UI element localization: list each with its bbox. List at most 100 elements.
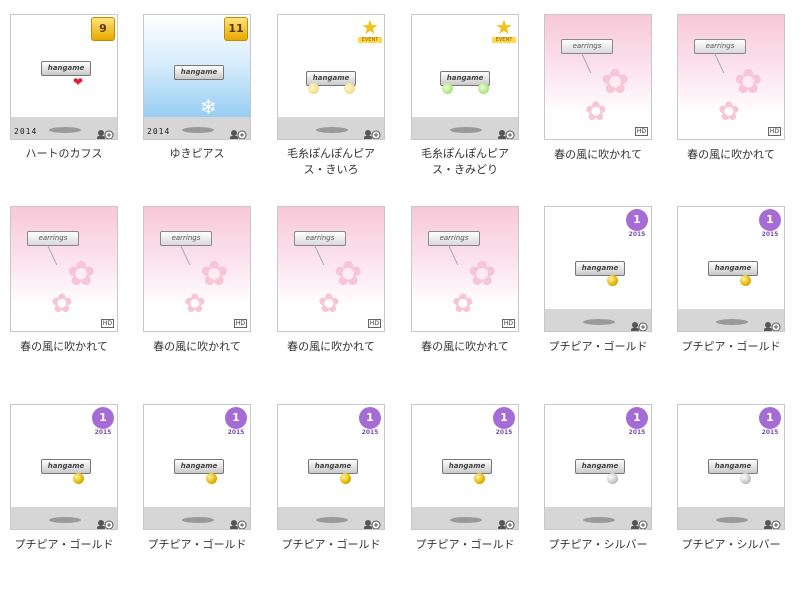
hd-badge: HD: [634, 127, 648, 136]
item-name-text: ゆきピアス: [169, 147, 225, 160]
item-name[interactable]: プチピア・シルバー: [671, 537, 791, 553]
anniversary-badge: 1 2015: [91, 407, 115, 437]
earrings-tag: earrings: [428, 231, 480, 246]
item-thumbnail[interactable]: hangame 1 2015: [677, 404, 785, 530]
item-name[interactable]: プチピア・ゴールド: [137, 537, 257, 553]
sakura-icon: ✿: [734, 62, 763, 102]
item-thumbnail[interactable]: hangame ★ EVENT: [411, 14, 519, 140]
item-name-text: プチピア・ゴールド: [415, 538, 515, 551]
item-shadow: [716, 319, 748, 325]
badge-year: 2015: [761, 429, 779, 436]
item-shadow: [49, 517, 81, 523]
item-name[interactable]: ゆきピアス: [137, 146, 257, 162]
item-name-text: 春の風に吹かれて: [153, 340, 241, 353]
brand-plate: hangame: [41, 459, 91, 474]
item-thumbnail[interactable]: 2014 hangame ❄ 11: [143, 14, 251, 140]
badge-number: 1: [626, 407, 648, 429]
item-name[interactable]: 春の風に吹かれて: [671, 147, 791, 163]
item-name[interactable]: プチピア・ゴールド: [405, 537, 525, 553]
pom-left: [442, 83, 453, 94]
anniversary-badge: 1 2015: [358, 407, 382, 437]
item-name[interactable]: プチピア・ゴールド: [538, 339, 658, 355]
brand-plate: hangame: [308, 459, 358, 474]
badge-year: 2015: [227, 429, 245, 436]
item-name[interactable]: 春の風に吹かれて: [137, 339, 257, 355]
item-thumbnail[interactable]: earrings ✿ ✿ HD: [677, 14, 785, 140]
avatar-zoom-icon[interactable]: [229, 125, 247, 139]
badge-year: 2015: [361, 429, 379, 436]
item-thumbnail[interactable]: earrings ✿ ✿ HD: [277, 206, 385, 332]
item-name[interactable]: プチピア・ゴールド: [4, 537, 124, 553]
item-thumbnail[interactable]: hangame 1 2015: [411, 404, 519, 530]
avatar-zoom-icon[interactable]: [630, 317, 648, 331]
item-name[interactable]: 春の風に吹かれて: [271, 339, 391, 355]
item-thumbnail[interactable]: earrings ✿ ✿ HD: [10, 206, 118, 332]
item-shadow: [182, 517, 214, 523]
brand-plate: hangame: [708, 261, 758, 276]
heart-icon: ❤: [73, 75, 84, 89]
item-name[interactable]: 春の風に吹かれて: [405, 339, 525, 355]
item-thumbnail[interactable]: hangame 1 2015: [10, 404, 118, 530]
item-shadow: [450, 517, 482, 523]
item-name-text: プチピア・シルバー: [681, 538, 781, 551]
avatar-zoom-icon[interactable]: [96, 515, 114, 529]
item-thumbnail[interactable]: hangame 1 2015: [143, 404, 251, 530]
hd-badge: HD: [233, 319, 247, 328]
snowflake-icon: ❄: [200, 95, 217, 119]
hd-badge: HD: [767, 127, 781, 136]
earring-ball: [73, 473, 84, 484]
avatar-zoom-icon[interactable]: [96, 125, 114, 139]
avatar-zoom-icon[interactable]: [363, 515, 381, 529]
earring-ball: [206, 473, 217, 484]
item-thumbnail[interactable]: earrings ✿ ✿ HD: [544, 14, 652, 140]
avatar-zoom-icon[interactable]: [497, 515, 515, 529]
item-name[interactable]: 毛糸ぽんぽんピア ス・きいろ: [271, 146, 391, 178]
item-thumbnail[interactable]: earrings ✿ ✿ HD: [411, 206, 519, 332]
item-thumbnail[interactable]: hangame ★ EVENT: [277, 14, 385, 140]
item-thumbnail[interactable]: hangame 1 2015: [544, 206, 652, 332]
tag-cord: [47, 244, 58, 266]
sakura-icon: ✿: [452, 289, 474, 319]
avatar-zoom-icon[interactable]: [630, 515, 648, 529]
item-name[interactable]: 毛糸ぽんぽんピア ス・きみどり: [405, 146, 525, 178]
item-shadow: [49, 127, 81, 133]
avatar-zoom-icon[interactable]: [497, 125, 515, 139]
earrings-tag: earrings: [294, 231, 346, 246]
badge-number: 1: [359, 407, 381, 429]
event-star-badge: ★ EVENT: [358, 17, 382, 43]
item-name[interactable]: ハートのカフス: [4, 146, 124, 162]
avatar-zoom-icon[interactable]: [229, 515, 247, 529]
sakura-icon: ✿: [318, 289, 340, 319]
item-name[interactable]: プチピア・シルバー: [538, 537, 658, 553]
item-name[interactable]: 春の風に吹かれて: [538, 147, 658, 163]
pom-left: [308, 83, 319, 94]
badge-year: 2015: [628, 231, 646, 238]
item-year: 2014: [147, 127, 171, 136]
item-thumbnail[interactable]: hangame 1 2015: [277, 404, 385, 530]
item-thumbnail[interactable]: earrings ✿ ✿ HD: [143, 206, 251, 332]
item-thumbnail[interactable]: hangame 1 2015: [544, 404, 652, 530]
avatar-zoom-icon[interactable]: [763, 515, 781, 529]
sakura-icon: ✿: [67, 254, 96, 294]
anniversary-badge: 1 2015: [492, 407, 516, 437]
item-name[interactable]: 春の風に吹かれて: [4, 339, 124, 355]
item-name[interactable]: プチピア・ゴールド: [671, 339, 791, 355]
avatar-zoom-icon[interactable]: [363, 125, 381, 139]
anniversary-badge: 1 2015: [224, 407, 248, 437]
earrings-tag: earrings: [160, 231, 212, 246]
item-shadow: [316, 517, 348, 523]
item-name-line1: 毛糸ぽんぽんピア: [421, 147, 509, 160]
star-icon: ★: [361, 15, 379, 39]
item-shadow: [583, 517, 615, 523]
tag-cord: [180, 244, 191, 266]
tag-cord: [714, 52, 725, 74]
event-star-badge: ★ EVENT: [492, 17, 516, 43]
item-shadow: [182, 127, 214, 133]
badge-year: 2015: [495, 429, 513, 436]
item-thumbnail[interactable]: 2014 hangame ❤ 9: [10, 14, 118, 140]
item-name[interactable]: プチピア・ゴールド: [271, 537, 391, 553]
item-thumbnail[interactable]: hangame 1 2015: [677, 206, 785, 332]
avatar-zoom-icon[interactable]: [763, 317, 781, 331]
badge-year: 2015: [94, 429, 112, 436]
badge-year: 2015: [761, 231, 779, 238]
